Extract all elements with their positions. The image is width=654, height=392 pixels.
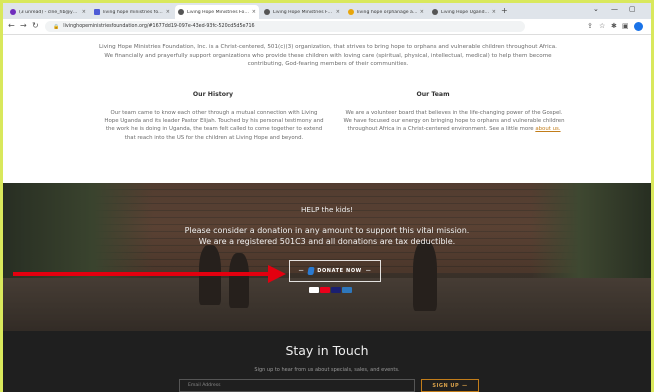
donate-banner: HELP the kids! Please consider a donatio… [3,183,651,331]
close-icon[interactable]: × [420,9,424,15]
mail-icon [10,9,16,15]
visa-icon [331,287,341,293]
history-heading: Our History [192,91,234,98]
tab-site[interactable]: Living Hope Ministries Foundati × [261,5,343,19]
forward-icon[interactable]: → [20,21,27,30]
globe-icon [432,9,438,15]
close-icon[interactable]: × [492,9,496,15]
tab-orphanage[interactable]: living hope orphanage africa - × [345,5,427,19]
page-content: Living Hope Ministries Foundation, Inc. … [3,35,651,392]
amex-icon [342,287,352,293]
annotation-arrow-head [268,265,286,283]
divider: — [365,268,372,274]
mastercard-icon [320,287,330,293]
history-text: Our team came to know each other through… [104,110,324,141]
tab-label: living hope ministries foundati [103,9,164,15]
donate-label: DONATE NOW [317,268,362,274]
tab-label: Living Hope Uganda | Living Ho [441,9,490,15]
reload-icon[interactable]: ↻ [32,21,39,30]
share-icon[interactable]: ⇪ [587,22,593,30]
banner-line-2: We are a registered 501C3 and all donati… [198,236,456,246]
close-icon[interactable]: × [336,9,340,15]
restore-button[interactable]: — [611,5,618,13]
sign-up-button[interactable]: SIGN UP — [421,379,479,392]
url-text: livinghopeministriesfoundation.org/#1677… [63,24,255,29]
tab-mail[interactable]: (3 unread) - clne_hb@yahoo.co × [7,5,89,19]
tab-active[interactable]: Living Hope Ministries Foundati × [175,5,259,19]
paypal-icon [307,267,315,275]
tab-label: (3 unread) - clne_hb@yahoo.co [19,9,80,15]
about-us-link[interactable]: about us. [535,126,560,132]
sidepanel-icon[interactable]: ▣ [622,22,629,30]
newsletter-section: Stay in Touch Sign up to hear from us ab… [3,331,651,392]
banner-text: Please consider a donation in any amount… [3,226,651,247]
minimize-button[interactable]: ⌄ [593,5,599,13]
divider: — [298,268,305,274]
tab-search[interactable]: living hope ministries foundati × [91,5,173,19]
search-icon [348,9,354,15]
tab-label: Living Hope Ministries Foundati [273,9,334,15]
globe-icon [264,9,270,15]
newsletter-title: Stay in Touch [285,343,369,358]
annotation-arrow [13,272,271,276]
sign-up-label: SIGN UP [432,382,460,389]
team-text-body: We are a volunteer board that believes i… [343,110,565,133]
intro-text: Living Hope Ministries Foundation, Inc. … [99,44,557,68]
tab-label: living hope orphanage africa - [357,9,418,15]
banner-line-1: Please consider a donation in any amount… [184,226,470,235]
close-icon[interactable]: × [82,9,86,15]
newsletter-subtitle: Sign up to hear from us about specials, … [254,367,400,373]
avatar[interactable] [634,22,643,31]
tab-uganda[interactable]: Living Hope Uganda | Living Ho × [429,5,499,19]
lock-icon: 🔒 [53,23,60,30]
url-input[interactable]: 🔒 livinghopeministriesfoundation.org/#16… [45,21,525,32]
dash-icon: — [462,382,468,389]
address-bar: ← → ↻ 🔒 livinghopeministriesfoundation.o… [3,19,651,35]
close-icon[interactable]: × [252,9,256,15]
globe-icon [178,9,184,15]
team-text: We are a volunteer board that believes i… [343,109,565,134]
tab-label: Living Hope Ministries Foundati [187,9,250,15]
banner-headline: HELP the kids! [301,205,353,214]
browser-window: (3 unread) - clne_hb@yahoo.co × living h… [3,3,651,392]
new-tab-button[interactable]: + [501,6,508,15]
maximize-button[interactable]: ▢ [629,5,636,13]
card-logo-icon [309,287,319,293]
tab-strip: (3 unread) - clne_hb@yahoo.co × living h… [3,3,651,19]
close-icon[interactable]: × [166,9,170,15]
search-icon [94,9,100,15]
extensions-icon[interactable]: ✱ [611,22,617,30]
team-heading: Our Team [416,91,450,98]
payment-cards [309,287,352,293]
donate-now-button[interactable]: — DONATE NOW — [289,260,381,282]
back-icon[interactable]: ← [8,21,15,30]
about-section: Living Hope Ministries Foundation, Inc. … [3,35,651,183]
star-icon[interactable]: ☆ [599,22,605,30]
email-field[interactable]: Email Address [179,379,415,392]
